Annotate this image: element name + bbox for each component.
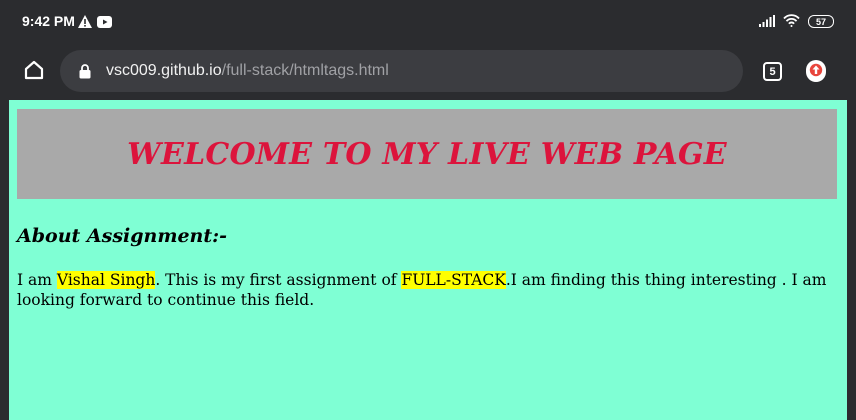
- update-button[interactable]: [806, 60, 826, 84]
- lock-icon: [78, 63, 92, 79]
- highlighted-course: FULL-STACK: [401, 271, 506, 289]
- battery-indicator: 57: [808, 15, 834, 28]
- about-text-part1: I am: [17, 271, 57, 289]
- about-paragraph: I am Vishal Singh. This is my first assi…: [17, 270, 839, 310]
- wifi-icon: [783, 12, 800, 31]
- status-icons-right: 57: [759, 12, 834, 31]
- about-text-part2: . This is my first assignment of: [155, 271, 402, 289]
- home-button[interactable]: [22, 60, 46, 84]
- address-bar[interactable]: vsc009.github.io/full-stack/htmltags.htm…: [60, 50, 743, 92]
- url-path: /full-stack/htmltags.html: [221, 62, 389, 79]
- youtube-icon: [97, 13, 112, 32]
- web-page: WELCOME TO MY LIVE WEB PAGE About Assign…: [9, 100, 847, 420]
- about-heading: About Assignment:-: [17, 225, 228, 247]
- update-arrow-icon: [806, 60, 826, 84]
- page-banner: WELCOME TO MY LIVE WEB PAGE: [17, 109, 837, 199]
- tab-switcher-button[interactable]: 5: [763, 62, 782, 81]
- highlighted-name: Vishal Singh: [56, 271, 156, 289]
- alert-triangle-icon: [78, 13, 92, 32]
- status-bar: 9:42 PM 57: [0, 0, 856, 44]
- browser-toolbar: vsc009.github.io/full-stack/htmltags.htm…: [0, 44, 856, 100]
- status-icons-left: [78, 13, 112, 32]
- url-text[interactable]: vsc009.github.io/full-stack/htmltags.htm…: [106, 62, 389, 80]
- page-title: WELCOME TO MY LIVE WEB PAGE: [127, 136, 727, 172]
- status-time: 9:42 PM: [22, 13, 75, 29]
- signal-icon: [759, 12, 775, 31]
- url-host: vsc009.github.io: [106, 62, 222, 79]
- home-icon: [23, 59, 45, 85]
